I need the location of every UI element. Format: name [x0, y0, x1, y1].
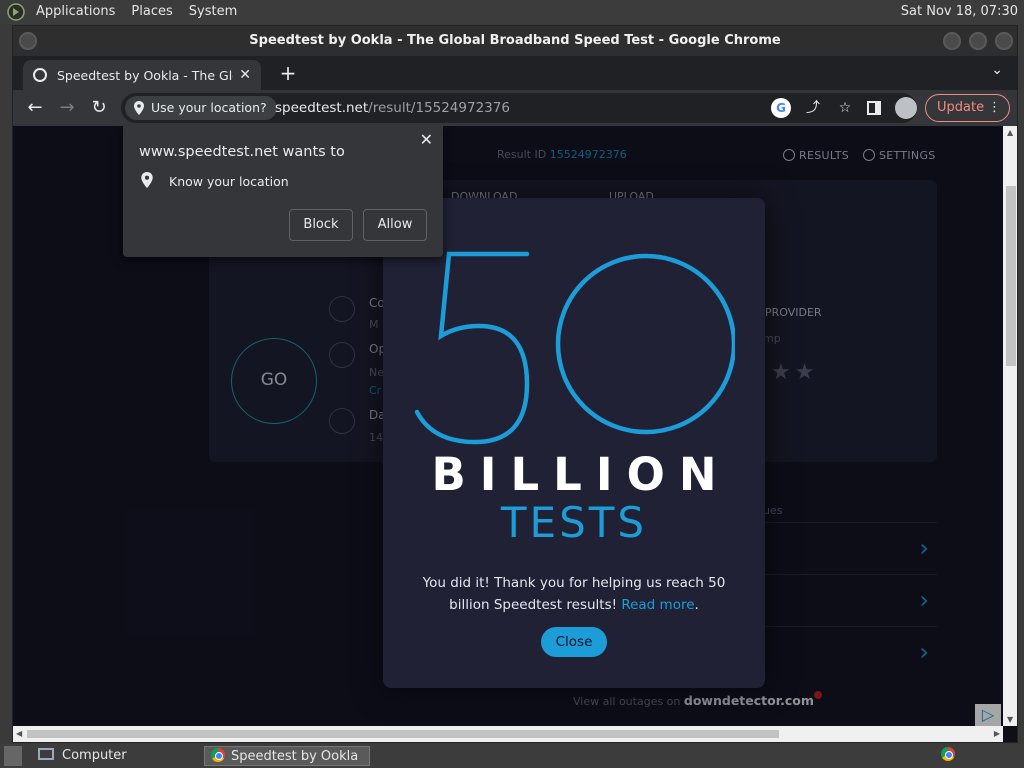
tab-title: Speedtest by Ookla - The Global Broadban… — [57, 67, 233, 83]
new-tab-button[interactable]: + — [275, 60, 301, 86]
horizontal-scrollbar[interactable]: ◀ ▶ — [13, 726, 1003, 742]
show-desktop-icon[interactable] — [4, 746, 22, 766]
read-more-link[interactable]: Read more — [621, 597, 694, 613]
window-titlebar[interactable]: Speedtest by Ookla - The Global Broadban… — [13, 26, 1017, 56]
allow-button[interactable]: Allow — [363, 209, 427, 241]
browser-toolbar: ← → ↻ Use your location? speedtest.net/r… — [13, 90, 1017, 126]
menu-applications[interactable]: Applications — [28, 0, 123, 24]
tab-close-icon[interactable]: ✕ — [239, 67, 251, 83]
tab-search-chevron-icon[interactable]: ⌄ — [991, 62, 1003, 78]
vertical-scrollbar[interactable]: ▲ ▼ — [1003, 126, 1017, 726]
address-bar[interactable]: Use your location? speedtest.net/result/… — [121, 93, 917, 123]
chrome-tray-icon[interactable] — [938, 746, 958, 766]
scroll-down-icon[interactable]: ▼ — [1007, 715, 1013, 724]
computer-icon — [38, 748, 54, 760]
chrome-window: Speedtest by Ookla - The Global Broadban… — [12, 25, 1018, 743]
tests-heading: TESTS — [500, 498, 648, 547]
reload-button[interactable]: ↻ — [85, 94, 113, 122]
back-button[interactable]: ← — [21, 94, 49, 122]
url-path: /result/15524972376 — [368, 100, 510, 116]
chrome-task[interactable]: Speedtest by Ookla ... — [204, 746, 370, 766]
block-button[interactable]: Block — [289, 209, 353, 241]
taskbar: Computer Speedtest by Ookla ... — [0, 744, 1024, 768]
computer-task[interactable]: Computer — [38, 746, 127, 766]
tab-speedtest[interactable]: Speedtest by Ookla - The Global Broadban… — [23, 60, 261, 90]
forward-button[interactable]: → — [53, 94, 81, 122]
location-pin-icon — [134, 101, 144, 115]
digit-five — [414, 251, 530, 445]
gnome-foot-icon[interactable] — [6, 2, 26, 22]
tab-strip: Speedtest by Ookla - The Global Broadban… — [13, 56, 1017, 90]
scroll-up-icon[interactable]: ▲ — [1007, 128, 1013, 137]
billion-heading: BILLION — [431, 448, 731, 501]
horizontal-scroll-thumb[interactable] — [27, 730, 779, 738]
location-permission-prompt: www.speedtest.net wants to ✕ Know your l… — [123, 126, 443, 257]
top-panel: Applications Places System Sat Nov 18, 0… — [0, 0, 1024, 24]
permission-title: www.speedtest.net wants to — [139, 144, 345, 160]
window-menu-icon[interactable] — [19, 32, 37, 50]
location-chip-label: Use your location? — [151, 100, 267, 115]
modal-message: You did it! Thank you for helping us rea… — [413, 572, 735, 616]
side-panel-icon[interactable] — [867, 101, 881, 115]
profile-avatar[interactable] — [895, 97, 917, 119]
clock[interactable]: Sat Nov 18, 07:30 — [901, 0, 1018, 24]
window-title: Speedtest by Ookla - The Global Broadban… — [249, 33, 781, 48]
google-lens-icon[interactable]: G — [771, 98, 791, 118]
chrome-icon — [211, 748, 225, 762]
digit-zero — [555, 253, 735, 435]
chrome-icon — [941, 747, 955, 761]
scroll-right-icon[interactable]: ▶ — [994, 729, 1000, 738]
vertical-scroll-thumb[interactable] — [1006, 186, 1016, 366]
window-close-icon[interactable] — [995, 32, 1013, 50]
location-permission-chip[interactable]: Use your location? — [125, 96, 277, 120]
update-button[interactable]: Update ⋮ — [925, 94, 1010, 122]
message-period: . — [694, 597, 699, 613]
milestone-modal: BILLION TESTS You did it! Thank you for … — [383, 198, 765, 688]
maximize-icon[interactable] — [969, 32, 987, 50]
fifty-graphic — [414, 251, 735, 445]
share-icon[interactable]: ⤴ — [803, 98, 823, 118]
menu-system[interactable]: System — [181, 0, 245, 24]
minimize-icon[interactable] — [943, 32, 961, 50]
bookmark-star-icon[interactable]: ☆ — [835, 98, 855, 118]
location-pin-icon — [141, 172, 153, 188]
chrome-task-label: Speedtest by Ookla ... — [231, 749, 359, 764]
scroll-left-icon[interactable]: ◀ — [16, 729, 22, 738]
permission-close-icon[interactable]: ✕ — [420, 130, 433, 149]
url-text[interactable]: speedtest.net/result/15524972376 — [275, 93, 510, 123]
url-domain: speedtest.net — [275, 100, 369, 116]
speedtest-favicon-icon — [33, 68, 47, 82]
computer-label: Computer — [62, 748, 127, 763]
chrome-menu-icon[interactable]: ⋮ — [988, 95, 1001, 121]
update-label: Update — [937, 100, 985, 115]
permission-item: Know your location — [169, 174, 289, 189]
modal-close-button[interactable]: Close — [541, 627, 607, 657]
menu-places[interactable]: Places — [123, 0, 180, 24]
page-content: Result ID 15524972376 RESULTS SETTINGS D… — [13, 126, 1003, 726]
